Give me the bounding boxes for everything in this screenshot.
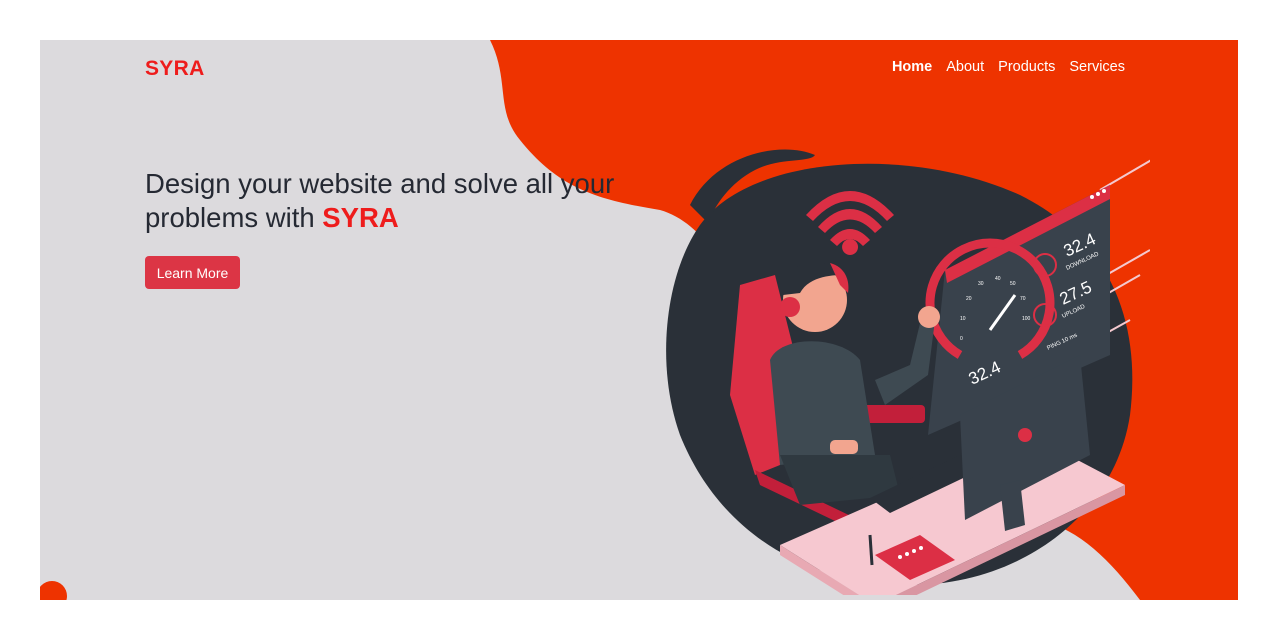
gauge-tick: 0 [960,336,963,342]
headline-brand: SYRA [322,202,399,233]
gauge-tick: 20 [966,296,972,302]
brand-logo[interactable]: SYRA [145,57,205,81]
gauge-tick: 100 [1022,316,1031,322]
nav-item-about[interactable]: About [946,59,984,75]
gauge-tick: 40 [995,276,1001,282]
nav-item-products[interactable]: Products [998,59,1055,75]
gauge-tick: 10 [960,316,966,322]
main-nav: Home About Products Services [892,59,1125,75]
learn-more-button[interactable]: Learn More [145,256,240,289]
hero-headline: Design your website and solve all your p… [145,167,615,235]
gauge-tick: 50 [1010,281,1016,287]
nav-item-services[interactable]: Services [1069,59,1125,75]
gauge-tick: 30 [978,281,984,287]
speed-test-illustration: 32.4 DOWNLOAD 27.5 UPLOAD PING 10 ms 32.… [666,149,1150,595]
hero-section: SYRA Home About Products Services Design… [40,40,1238,600]
gauge-tick: 70 [1020,296,1026,302]
nav-item-home[interactable]: Home [892,59,932,75]
